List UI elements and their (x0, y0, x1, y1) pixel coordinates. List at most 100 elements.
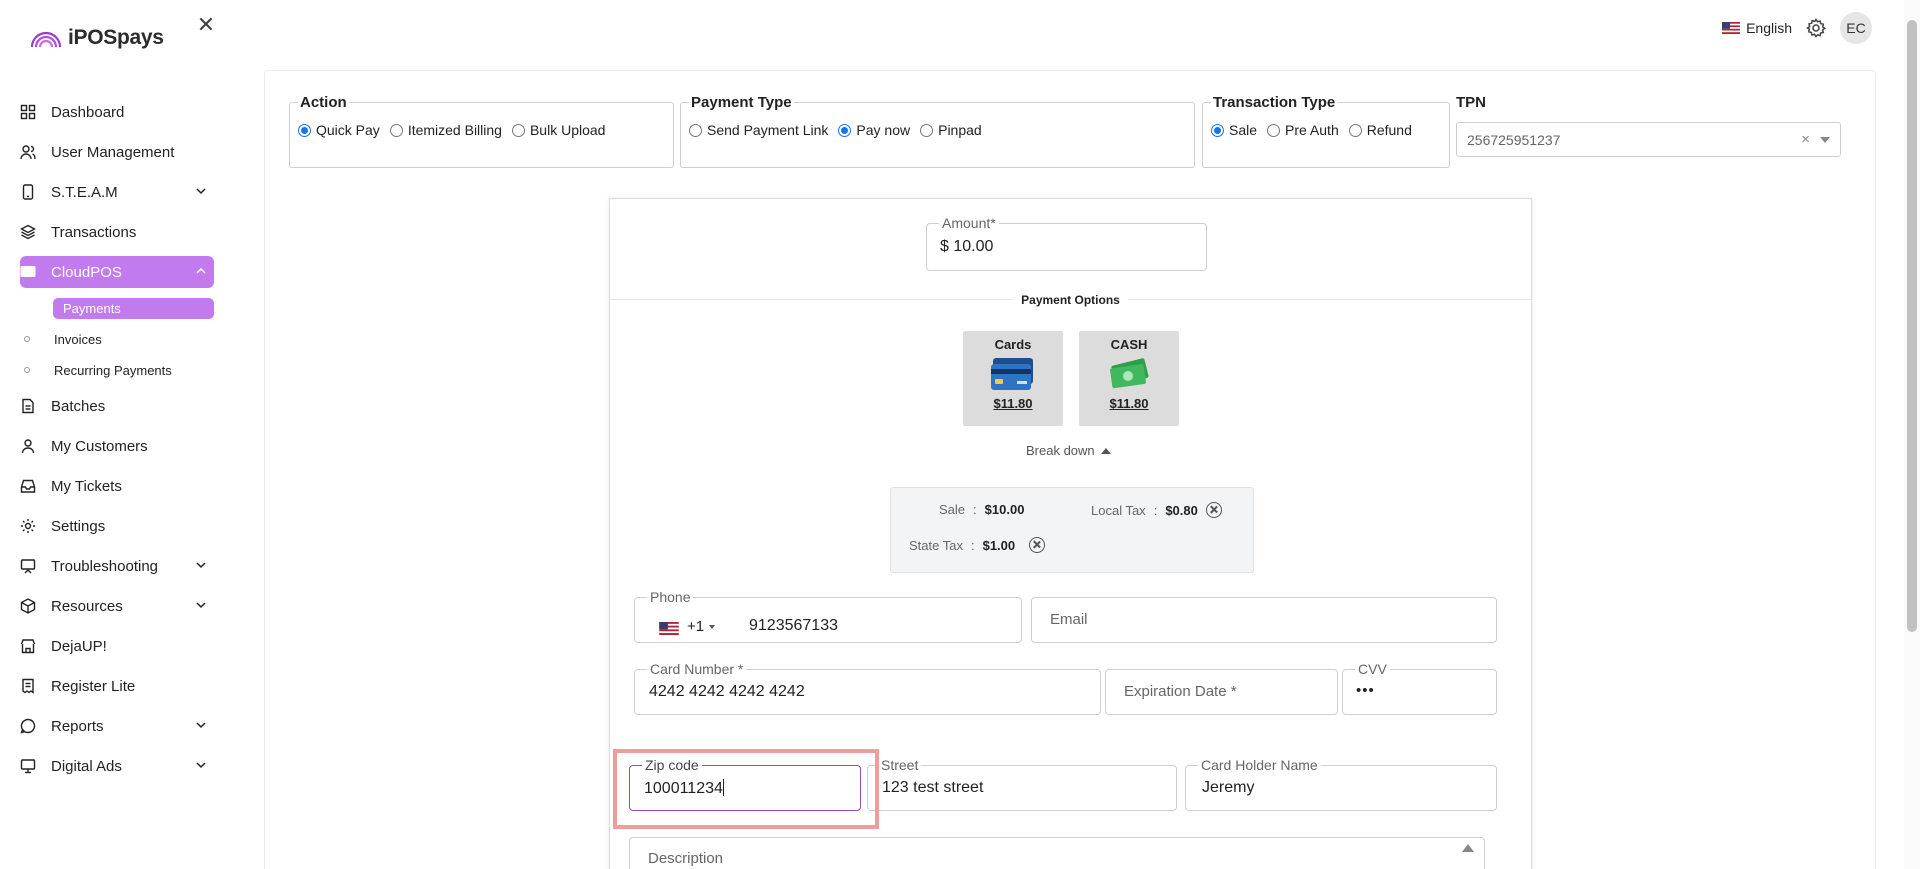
cvv-value: ••• (1356, 682, 1375, 699)
sidebar-item-label: Troubleshooting (51, 557, 159, 575)
breakdown-separator: : (973, 502, 977, 517)
street-field[interactable]: Street 123 test street (867, 757, 1177, 811)
phone-device-icon (22, 184, 34, 200)
sidebar-item-dashboard[interactable]: Dashboard (20, 96, 214, 128)
sidebar-item-register-lite[interactable]: Register Lite (20, 670, 214, 702)
remove-local-tax-icon[interactable] (1205, 502, 1222, 518)
email-placeholder: Email (1050, 611, 1088, 628)
description-field[interactable]: Description (629, 837, 1485, 869)
card-holder-name-field[interactable]: Card Holder Name Jeremy (1185, 757, 1497, 811)
payment-options-title-text: Payment Options (1013, 293, 1128, 307)
tpn-value: 256725951237 (1467, 131, 1561, 148)
radio-selected-icon (1211, 123, 1224, 137)
radio-pay-now[interactable]: Pay now (838, 122, 910, 138)
breakdown-panel: Sale : $10.00 Local Tax : $0.80 State Ta… (890, 487, 1254, 573)
phone-field[interactable]: Phone +1 9123567133 (634, 589, 1022, 643)
bullet-icon (24, 336, 30, 342)
avatar[interactable]: EC (1840, 12, 1872, 44)
sidebar-item-label: Settings (51, 517, 106, 535)
sidebar-item-reports[interactable]: Reports (20, 710, 214, 742)
sidebar-item-label: My Tickets (51, 477, 122, 495)
sidebar-item-label: User Management (51, 143, 175, 161)
radio-pinpad[interactable]: Pinpad (920, 122, 982, 138)
caret-down-icon (709, 624, 716, 629)
phone-value: 9123567133 (749, 617, 838, 634)
sidebar-item-label: Register Lite (51, 677, 136, 695)
language-selector[interactable]: English (1722, 20, 1792, 36)
caret-down-icon[interactable] (1820, 137, 1830, 143)
sidebar-item-my-customers[interactable]: My Customers (20, 430, 214, 462)
settings-gear-icon[interactable] (1806, 18, 1826, 38)
breakdown-label: State Tax (909, 537, 963, 553)
sidebar-item-label: Reports (51, 717, 104, 735)
rainbow-logo-icon (30, 31, 62, 48)
sidebar-item-dejaup[interactable]: DejaUP! (20, 630, 214, 662)
sidebar-subitem-label: Recurring Payments (54, 362, 172, 378)
radio-quick-pay[interactable]: Quick Pay (298, 122, 380, 138)
page-scrollbar[interactable] (1904, 0, 1920, 869)
users-icon (20, 145, 36, 160)
monitor-icon (20, 266, 36, 277)
action-legend: Action (300, 94, 347, 111)
email-field[interactable]: Email (1031, 597, 1497, 643)
header-actions: English EC (1722, 12, 1872, 44)
radio-itemized-billing[interactable]: Itemized Billing (389, 122, 502, 138)
radio-bulk-upload[interactable]: Bulk Upload (511, 122, 605, 138)
card-number-field[interactable]: Card Number * 4242 4242 4242 4242 (634, 661, 1101, 715)
user-icon (21, 439, 35, 454)
cvv-field[interactable]: CVV ••• (1342, 661, 1497, 715)
sidebar-item-transactions[interactable]: Transactions (20, 216, 214, 248)
sidebar-item-cloudpos[interactable]: CloudPOS (20, 256, 214, 288)
sidebar-item-label: Transactions (51, 223, 137, 241)
sidebar-item-steam[interactable]: S.T.E.A.M (20, 176, 214, 208)
brand-logo[interactable]: iPOSpays (30, 26, 164, 50)
radio-refund[interactable]: Refund (1348, 122, 1412, 138)
action-group: Action Quick Pay Itemized Billing Bulk U… (289, 94, 674, 168)
sidebar-item-label: Dashboard (51, 103, 125, 121)
sidebar: iPOSpays ✕ Dashboard User Management S.T… (0, 0, 232, 869)
amount-field[interactable]: Amount* $ 10.00 (926, 215, 1207, 271)
package-icon (20, 598, 36, 614)
radio-label: Pinpad (938, 122, 982, 138)
sidebar-subitem-recurring-payments[interactable]: Recurring Payments (20, 358, 214, 382)
sidebar-subitem-invoices[interactable]: Invoices (20, 327, 214, 351)
sidebar-item-resources[interactable]: Resources (20, 590, 214, 622)
close-sidebar-button[interactable]: ✕ (195, 14, 217, 36)
radio-label: Quick Pay (316, 122, 380, 138)
sidebar-item-digital-ads[interactable]: Digital Ads (20, 750, 214, 782)
card-number-label: Card Number * (647, 661, 747, 677)
clear-icon[interactable]: × (1801, 131, 1810, 148)
breakdown-separator: : (970, 537, 975, 553)
store-icon (20, 639, 36, 654)
remove-state-tax-icon[interactable] (1029, 537, 1046, 553)
sidebar-item-troubleshooting[interactable]: Troubleshooting (20, 550, 214, 582)
radio-label: Sale (1229, 122, 1258, 138)
radio-empty-icon (920, 123, 934, 137)
option-price: $11.80 (993, 396, 1033, 411)
sidebar-item-my-tickets[interactable]: My Tickets (20, 470, 214, 502)
radio-label: Send Payment Link (707, 122, 829, 138)
layers-icon (20, 224, 36, 240)
payment-option-cash[interactable]: CASH $11.80 (1079, 331, 1179, 426)
radio-sale[interactable]: Sale (1211, 122, 1257, 138)
radio-pre-auth[interactable]: Pre Auth (1267, 122, 1339, 138)
breakdown-local-tax: Local Tax : $0.80 (1091, 502, 1222, 518)
sidebar-item-settings[interactable]: Settings (20, 510, 214, 542)
country-code-selector[interactable]: +1 (687, 618, 716, 635)
sidebar-item-label: S.T.E.A.M (51, 183, 118, 201)
scrollbar-thumb[interactable] (1907, 20, 1917, 632)
breakdown-toggle[interactable]: Break down (1026, 443, 1111, 458)
sidebar-subitem-payments[interactable]: Payments (20, 296, 214, 320)
chevron-down-icon (196, 602, 206, 609)
expiration-date-field[interactable]: Expiration Date * (1105, 669, 1338, 715)
chat-bubble-icon (20, 718, 36, 734)
payment-option-cards[interactable]: Cards $11.80 (963, 331, 1063, 426)
tpn-select[interactable]: 256725951237 × (1456, 122, 1841, 157)
amount-value: $ 10.00 (940, 238, 994, 255)
sidebar-item-batches[interactable]: Batches (20, 390, 214, 422)
description-placeholder: Description (648, 850, 724, 867)
radio-send-payment-link[interactable]: Send Payment Link (689, 122, 828, 138)
breakdown-value: $0.80 (1165, 502, 1198, 518)
scroll-up-icon[interactable] (1462, 844, 1474, 852)
sidebar-item-user-management[interactable]: User Management (20, 136, 214, 168)
